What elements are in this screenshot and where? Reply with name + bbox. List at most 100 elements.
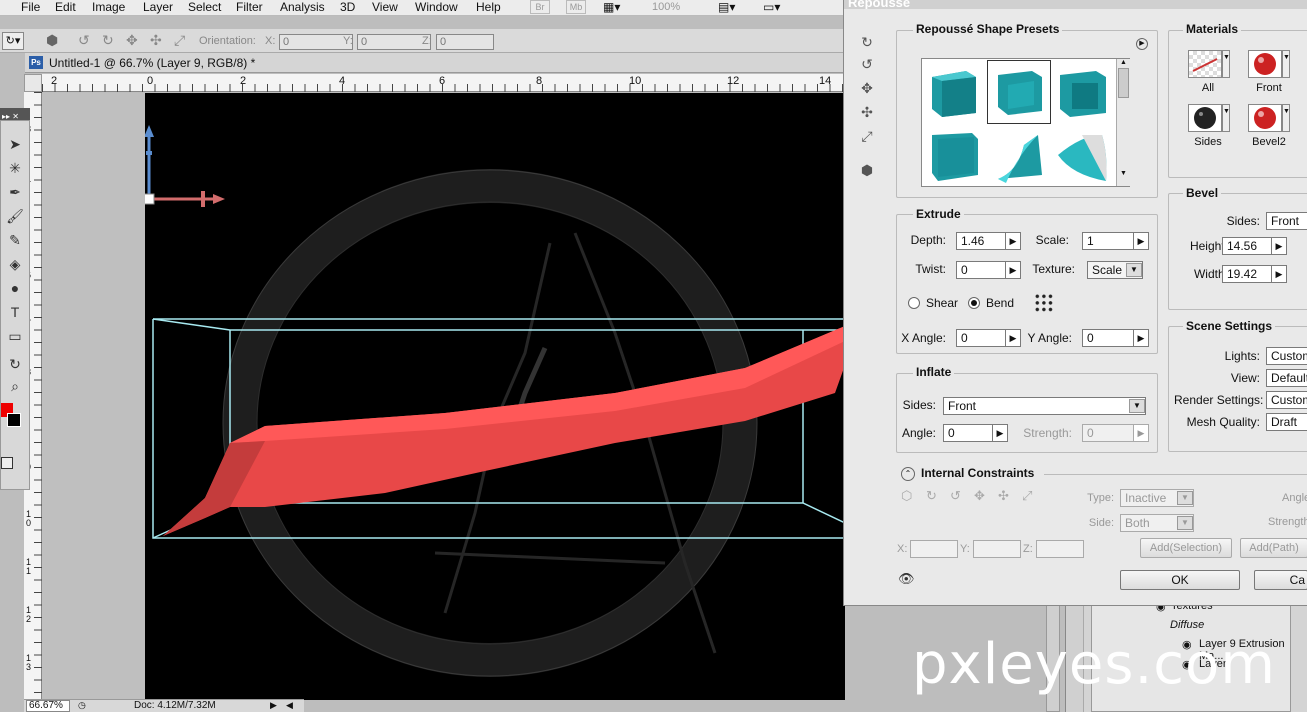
slide-3d-icon[interactable]: ✣ xyxy=(150,32,162,49)
menu-help[interactable]: Help xyxy=(476,0,501,15)
rectangle-tool-icon[interactable]: ▭ xyxy=(5,327,25,345)
scroll-left-arrow[interactable]: ◀ xyxy=(286,700,293,711)
zoom-tool-icon[interactable]: ⌕ xyxy=(5,377,25,395)
camera-icon[interactable]: ⬢ xyxy=(856,160,878,180)
orientation-z-input[interactable]: 0 xyxy=(436,34,494,50)
preset-cone[interactable] xyxy=(1052,125,1114,187)
inflate-sides-select[interactable]: Front xyxy=(943,397,1146,415)
constraint-object-icon[interactable]: ⬡ xyxy=(901,488,912,504)
paint-bucket-icon[interactable]: ◈ xyxy=(5,255,25,273)
x-angle-slider-arrow[interactable]: ▶ xyxy=(1005,329,1021,347)
mini-bridge-button[interactable]: Mb xyxy=(566,0,586,14)
preset-inflate[interactable] xyxy=(1052,61,1114,123)
constraint-slide-icon[interactable]: ✣ xyxy=(998,488,1009,504)
menu-edit[interactable]: Edit xyxy=(55,0,76,15)
constraint-z-input[interactable] xyxy=(1036,540,1084,558)
material-bevel2-swatch[interactable] xyxy=(1248,104,1282,132)
object-rotate-icon[interactable]: ↻ xyxy=(856,32,878,52)
burn-tool-icon[interactable]: ● xyxy=(5,279,25,297)
constraint-rotate-icon[interactable]: ↻ xyxy=(926,488,937,504)
reference-point-icon[interactable] xyxy=(1034,293,1054,313)
ruler-origin[interactable] xyxy=(24,74,42,92)
bridge-button[interactable]: Br xyxy=(530,0,550,14)
history-brush-icon[interactable]: ✎ xyxy=(5,231,25,249)
document-tab-title[interactable]: Untitled-1 @ 66.7% (Layer 9, RGB/8) * xyxy=(49,56,255,70)
status-preview-icon[interactable]: ◷ xyxy=(78,700,86,711)
constraint-roll-icon[interactable]: ↺ xyxy=(950,488,961,504)
object-scale-icon[interactable]: ⤢ xyxy=(856,126,878,146)
x-angle-input[interactable]: 0 xyxy=(956,329,1006,347)
inflate-angle-slider-arrow[interactable]: ▶ xyxy=(992,424,1008,442)
view-extras-icon[interactable]: ▦▾ xyxy=(603,0,631,14)
bend-radio[interactable] xyxy=(968,297,980,309)
twist-slider-arrow[interactable]: ▶ xyxy=(1005,261,1021,279)
brush-tool-icon[interactable]: 🖌 xyxy=(5,207,25,225)
menu-window[interactable]: Window xyxy=(415,0,458,15)
menu-analysis[interactable]: Analysis xyxy=(280,0,325,15)
preset-bevel-frame[interactable] xyxy=(987,60,1051,124)
texture-dropdown-arrow[interactable]: ▼ xyxy=(1126,263,1142,277)
zoom-level-combo[interactable]: 100% xyxy=(652,0,680,14)
y-angle-input[interactable]: 0 xyxy=(1082,329,1134,347)
bevel-sides-select[interactable]: Front xyxy=(1266,212,1307,230)
orientation-y-input[interactable]: 0 xyxy=(357,34,431,50)
toolbox-header[interactable]: ▸▸ ✕ xyxy=(0,108,30,121)
constraint-scale-icon[interactable]: ⤢ xyxy=(1022,488,1032,504)
scale-input[interactable]: 1 xyxy=(1082,232,1134,250)
scale-slider-arrow[interactable]: ▶ xyxy=(1133,232,1149,250)
ok-button[interactable]: OK xyxy=(1120,570,1240,590)
bevel-width-input[interactable]: 19.42 xyxy=(1222,265,1272,283)
menu-3d[interactable]: 3D xyxy=(340,0,355,15)
inflate-angle-input[interactable]: 0 xyxy=(943,424,993,442)
constraint-side-dropdown-arrow[interactable]: ▼ xyxy=(1177,516,1193,530)
zoom-field[interactable]: 66.67% xyxy=(26,700,70,712)
constraint-x-input[interactable] xyxy=(910,540,958,558)
lights-select[interactable]: Custom xyxy=(1266,347,1307,365)
arrange-documents-icon[interactable]: ▤▾ xyxy=(718,0,735,14)
background-color-swatch[interactable] xyxy=(7,413,21,427)
object-drag-icon[interactable]: ✥ xyxy=(856,78,878,98)
move-tool-icon[interactable]: ➤ xyxy=(5,135,25,153)
mesh-quality-select[interactable]: Draft xyxy=(1266,413,1307,431)
menu-filter[interactable]: Filter xyxy=(236,0,263,15)
add-path-button[interactable]: Add(Path) xyxy=(1240,538,1307,558)
material-all-swatch[interactable] xyxy=(1188,50,1222,78)
constraint-type-dropdown-arrow[interactable]: ▼ xyxy=(1177,491,1193,505)
menu-select[interactable]: Select xyxy=(188,0,221,15)
constraint-drag-icon[interactable]: ✥ xyxy=(974,488,985,504)
eyedropper-icon[interactable]: ✒ xyxy=(5,183,25,201)
material-front-dropdown[interactable]: ▼ xyxy=(1282,50,1290,78)
twist-input[interactable]: 0 xyxy=(956,261,1006,279)
type-tool-icon[interactable]: T xyxy=(5,303,25,321)
drag-3d-icon[interactable]: ✥ xyxy=(126,32,138,49)
bevel-height-slider-arrow[interactable]: ▶ xyxy=(1271,237,1287,255)
3d-rotate-tool-icon[interactable]: ↻ xyxy=(5,355,25,373)
depth-input[interactable]: 1.46 xyxy=(956,232,1006,250)
material-sides-dropdown[interactable]: ▼ xyxy=(1222,104,1230,132)
constraints-collapse-icon[interactable]: ⌃ xyxy=(901,467,915,481)
render-settings-select[interactable]: Custom xyxy=(1266,391,1307,409)
inflate-strength-slider-arrow[interactable]: ▶ xyxy=(1133,424,1149,442)
menu-file[interactable]: File xyxy=(21,0,40,15)
depth-slider-arrow[interactable]: ▶ xyxy=(1005,232,1021,250)
preset-twist[interactable] xyxy=(988,125,1050,187)
material-sides-swatch[interactable] xyxy=(1188,104,1222,132)
orientation-x-input[interactable]: 0 xyxy=(279,34,353,50)
roll-3d-icon[interactable]: ↻ xyxy=(102,32,114,49)
add-selection-button[interactable]: Add(Selection) xyxy=(1140,538,1232,558)
document-canvas[interactable] xyxy=(143,93,846,700)
bevel-height-input[interactable]: 14.56 xyxy=(1222,237,1272,255)
ground-plane-icon[interactable]: 👁 xyxy=(898,571,915,587)
object-roll-icon[interactable]: ↺ xyxy=(856,54,878,74)
menu-image[interactable]: Image xyxy=(92,0,125,15)
status-menu-arrow[interactable]: ▶ xyxy=(270,700,277,711)
menu-view[interactable]: View xyxy=(372,0,398,15)
shear-radio[interactable] xyxy=(908,297,920,309)
material-all-dropdown[interactable]: ▼ xyxy=(1222,50,1230,78)
view-select[interactable]: Default xyxy=(1266,369,1307,387)
constraint-y-input[interactable] xyxy=(973,540,1021,558)
magic-wand-icon[interactable]: ✳ xyxy=(5,159,25,177)
screen-mode-icon[interactable]: ▭▾ xyxy=(763,0,780,14)
bevel-width-slider-arrow[interactable]: ▶ xyxy=(1271,265,1287,283)
scale-3d-icon[interactable]: ⤢ xyxy=(174,32,185,49)
